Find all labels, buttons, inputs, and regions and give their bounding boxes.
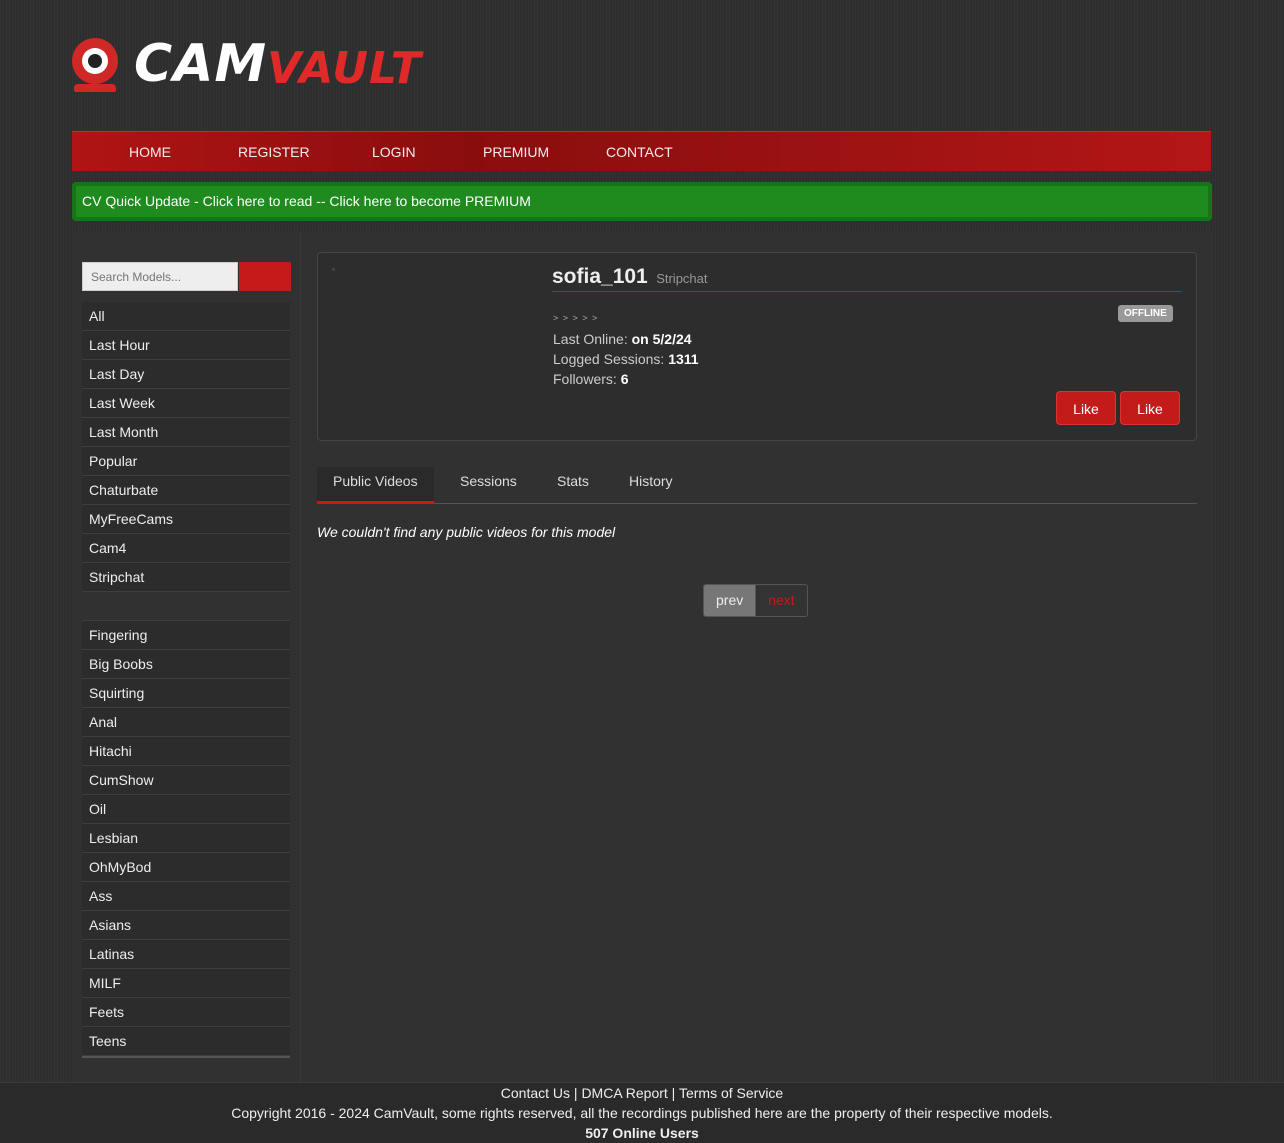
tab-history[interactable]: History xyxy=(613,467,689,504)
sidebar-tag-oil[interactable]: Oil xyxy=(82,795,290,824)
sidebar-item-last-week[interactable]: Last Week xyxy=(82,389,290,418)
sidebar-item-last-hour[interactable]: Last Hour xyxy=(82,331,290,360)
footer-copyright: Copyright 2016 - 2024 CamVault, some rig… xyxy=(231,1105,1053,1121)
like-button[interactable]: Like xyxy=(1056,391,1116,425)
empty-videos-message: We couldn't find any public videos for t… xyxy=(317,524,616,540)
main-container: All Last Hour Last Day Last Week Last Mo… xyxy=(72,232,1212,1082)
nav-premium[interactable]: PREMIUM xyxy=(483,132,549,172)
model-thumbnail[interactable]: ▫ xyxy=(332,265,335,274)
main-nav: HOME REGISTER LOGIN PREMIUM CONTACT xyxy=(72,131,1211,171)
nav-login[interactable]: LOGIN xyxy=(372,132,416,172)
nav-register[interactable]: REGISTER xyxy=(238,132,310,172)
quick-update-label: CV Quick Update xyxy=(82,193,191,209)
sidebar-item-all[interactable]: All xyxy=(82,302,290,331)
tab-stats[interactable]: Stats xyxy=(541,467,605,504)
footer-contact-link[interactable]: Contact Us xyxy=(501,1085,570,1101)
sidebar-tag-ohmybod[interactable]: OhMyBod xyxy=(82,853,290,882)
sidebar-item-stripchat[interactable]: Stripchat xyxy=(82,563,290,592)
nav-contact[interactable]: CONTACT xyxy=(606,132,673,172)
sidebar-tag-ass[interactable]: Ass xyxy=(82,882,290,911)
pagination: prev next xyxy=(703,584,808,617)
next-page-button[interactable]: next xyxy=(755,585,807,616)
sidebar: All Last Hour Last Day Last Week Last Mo… xyxy=(72,232,301,1082)
sidebar-tag-cumshow[interactable]: CumShow xyxy=(82,766,290,795)
random-icon[interactable] xyxy=(265,262,291,291)
followers: Followers: 6 xyxy=(553,371,629,387)
footer: Contact Us | DMCA Report | Terms of Serv… xyxy=(0,1082,1284,1143)
sidebar-tag-latinas[interactable]: Latinas xyxy=(82,940,290,969)
sidebar-filters: All Last Hour Last Day Last Week Last Mo… xyxy=(82,302,290,621)
last-online: Last Online: on 5/2/24 xyxy=(553,331,692,347)
logged-sessions: Logged Sessions: 1311 xyxy=(553,351,699,367)
sidebar-tag-asians[interactable]: Asians xyxy=(82,911,290,940)
sidebar-tag-squirting[interactable]: Squirting xyxy=(82,679,290,708)
sidebar-tags: Fingering Big Boobs Squirting Anal Hitac… xyxy=(82,621,290,1058)
tab-sessions[interactable]: Sessions xyxy=(444,467,533,504)
nav-home[interactable]: HOME xyxy=(129,132,171,172)
sidebar-tag-big-boobs[interactable]: Big Boobs xyxy=(82,650,290,679)
model-name-row: sofia_101 Stripchat xyxy=(552,265,1182,292)
like-button-2[interactable]: Like xyxy=(1120,391,1180,425)
model-profile-card: ▫ sofia_101 Stripchat ˃ ˃ ˃ ˃ ˃ OFFLINE … xyxy=(317,252,1197,441)
sidebar-tag-fingering[interactable]: Fingering xyxy=(82,621,290,650)
rating-stars[interactable]: ˃ ˃ ˃ ˃ ˃ xyxy=(553,313,598,323)
sidebar-item-myfreecams[interactable]: MyFreeCams xyxy=(82,505,290,534)
profile-tabs: Public Videos Sessions Stats History xyxy=(317,467,1197,504)
sidebar-tag-feets[interactable]: Feets xyxy=(82,998,290,1027)
sidebar-item-last-month[interactable]: Last Month xyxy=(82,418,290,447)
model-name: sofia_101 xyxy=(552,265,648,288)
prev-page-button[interactable]: prev xyxy=(704,585,756,616)
sidebar-item-cam4[interactable]: Cam4 xyxy=(82,534,290,563)
sidebar-tag-milf[interactable]: MILF xyxy=(82,969,290,998)
sidebar-item-popular[interactable]: Popular xyxy=(82,447,290,476)
search-icon[interactable] xyxy=(239,262,265,291)
sidebar-tag-teens[interactable]: Teens xyxy=(82,1027,290,1056)
sidebar-item-last-day[interactable]: Last Day xyxy=(82,360,290,389)
online-users-count: 507 Online Users xyxy=(585,1125,699,1141)
site-logo[interactable]: CAM VAULT xyxy=(72,34,422,94)
search-input[interactable] xyxy=(82,262,238,291)
model-platform: Stripchat xyxy=(656,271,708,286)
quick-update-bar[interactable]: CV Quick Update - Click here to read -- … xyxy=(72,182,1212,221)
logo-word-cam: CAM xyxy=(134,34,268,94)
sidebar-item-chaturbate[interactable]: Chaturbate xyxy=(82,476,290,505)
status-badge: OFFLINE xyxy=(1118,305,1173,322)
sidebar-tag-hitachi[interactable]: Hitachi xyxy=(82,737,290,766)
sidebar-tag-lesbian[interactable]: Lesbian xyxy=(82,824,290,853)
tab-public-videos[interactable]: Public Videos xyxy=(317,467,434,504)
footer-terms-link[interactable]: Terms of Service xyxy=(679,1085,783,1101)
sidebar-tag-anal[interactable]: Anal xyxy=(82,708,290,737)
quick-update-text[interactable]: - Click here to read -- Click here to be… xyxy=(190,193,531,209)
footer-links: Contact Us | DMCA Report | Terms of Serv… xyxy=(500,1085,784,1101)
sidebar-spacer xyxy=(82,592,290,621)
footer-dmca-link[interactable]: DMCA Report xyxy=(581,1085,667,1101)
webcam-icon xyxy=(72,36,120,92)
logo-word-vault: VAULT xyxy=(267,42,422,94)
